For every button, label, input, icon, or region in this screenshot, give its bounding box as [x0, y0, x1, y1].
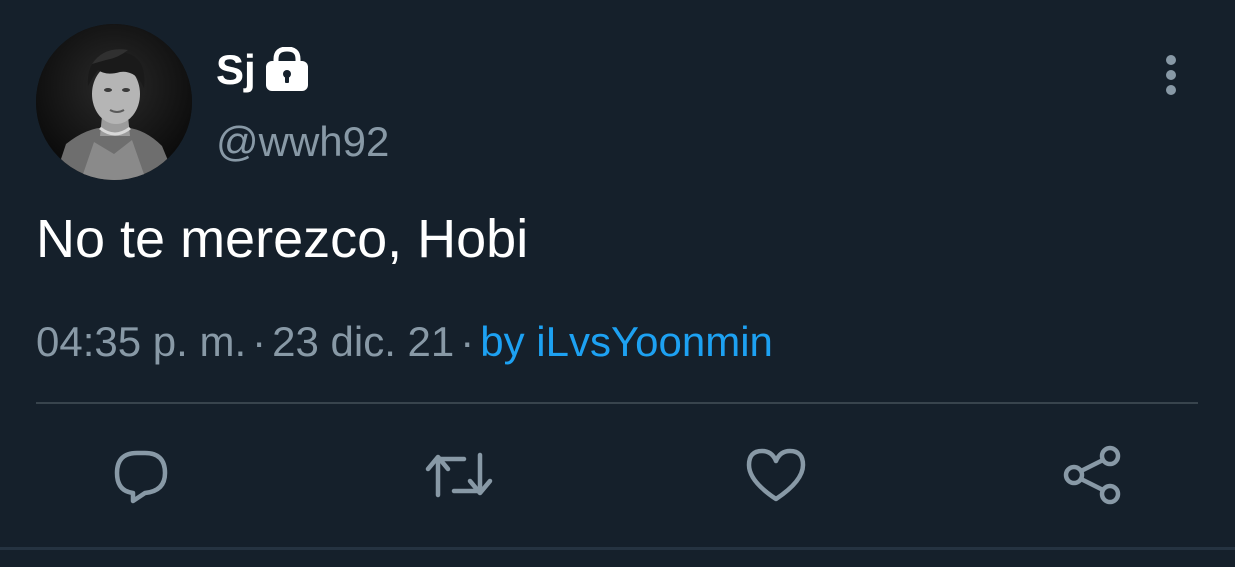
tweet-text: No te merezco, Hobi [36, 209, 529, 269]
meta-separator: · [460, 318, 475, 365]
tweet-detail: Sj @wwh92 No te merezco, Hobi 04:35 p. m… [0, 0, 1235, 567]
lock-icon [264, 46, 310, 93]
bottom-divider [0, 547, 1235, 550]
reply-button[interactable] [106, 440, 176, 510]
heart-icon [746, 448, 806, 502]
tweet-source-link[interactable]: by iLvsYoonmin [480, 318, 773, 365]
tweet-date[interactable]: 23 dic. 21 [272, 318, 454, 365]
tweet-metadata: 04:35 p. m. · 23 dic. 21 · by iLvsYoonmin [36, 316, 773, 368]
avatar[interactable] [36, 24, 192, 180]
retweet-icon [425, 452, 493, 498]
tweet-time[interactable]: 04:35 p. m. [36, 318, 246, 365]
share-icon [1063, 445, 1121, 505]
like-button[interactable] [741, 440, 811, 510]
share-button[interactable] [1058, 440, 1128, 510]
retweet-button[interactable] [424, 440, 494, 510]
tweet-actions [0, 440, 1235, 512]
reply-icon [114, 450, 168, 504]
meta-separator: · [252, 318, 267, 365]
divider [36, 402, 1198, 404]
display-name-text: Sj [216, 46, 256, 93]
avatar-image [36, 24, 192, 180]
author-display-name[interactable]: Sj [216, 44, 310, 96]
author-handle[interactable]: @wwh92 [216, 116, 389, 168]
more-vertical-icon[interactable] [1150, 52, 1192, 100]
